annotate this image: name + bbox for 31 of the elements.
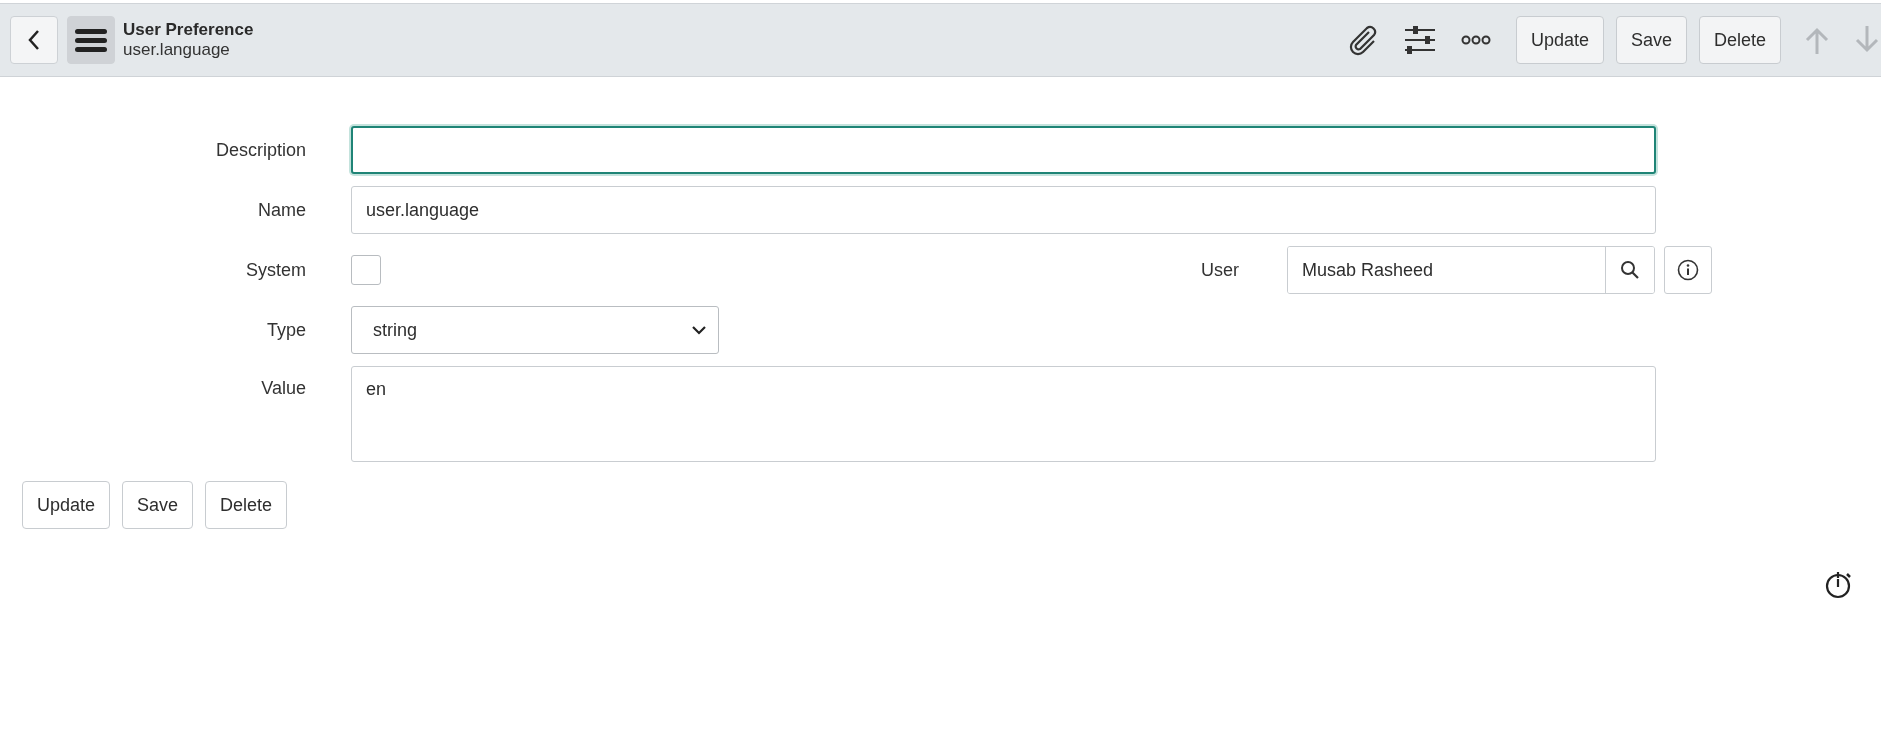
field-label: Name	[257, 199, 306, 221]
menu-button[interactable]	[67, 16, 115, 64]
back-button[interactable]	[10, 16, 58, 64]
info-button[interactable]	[1664, 246, 1712, 294]
caret-icon	[692, 325, 706, 335]
search-icon[interactable]	[1605, 247, 1654, 293]
field-label: Description	[214, 139, 306, 161]
field-label: User	[1201, 259, 1240, 281]
description-input[interactable]	[351, 126, 1656, 174]
value-textarea[interactable]: en	[351, 366, 1656, 462]
field-label: System	[245, 259, 306, 281]
form-action-button[interactable]: Delete	[205, 481, 288, 529]
record-title: User Preference	[123, 20, 254, 40]
header-action-button[interactable]: Update	[1515, 16, 1604, 64]
settings-sliders-icon[interactable]	[1404, 25, 1435, 55]
chevron-left-icon	[27, 29, 41, 51]
hamburger-icon	[75, 28, 107, 52]
more-options-icon[interactable]	[1460, 35, 1491, 45]
stopwatch-icon[interactable]	[1825, 569, 1853, 599]
header-action-button[interactable]: Delete	[1698, 16, 1781, 64]
type-dropdown[interactable]: string	[351, 306, 719, 354]
record-subtitle: user.language	[123, 40, 231, 60]
system-checkbox[interactable]	[351, 255, 381, 285]
name-input[interactable]: user.language	[351, 186, 1656, 234]
form-action-button[interactable]: Update	[22, 481, 111, 529]
field-label: Type	[265, 319, 306, 341]
header-action-button[interactable]: Save	[1615, 16, 1687, 64]
info-icon	[1677, 259, 1699, 281]
user-input[interactable]: Musab Rasheed	[1287, 246, 1655, 294]
form-action-button[interactable]: Save	[122, 481, 194, 529]
field-label: Value	[260, 377, 306, 399]
